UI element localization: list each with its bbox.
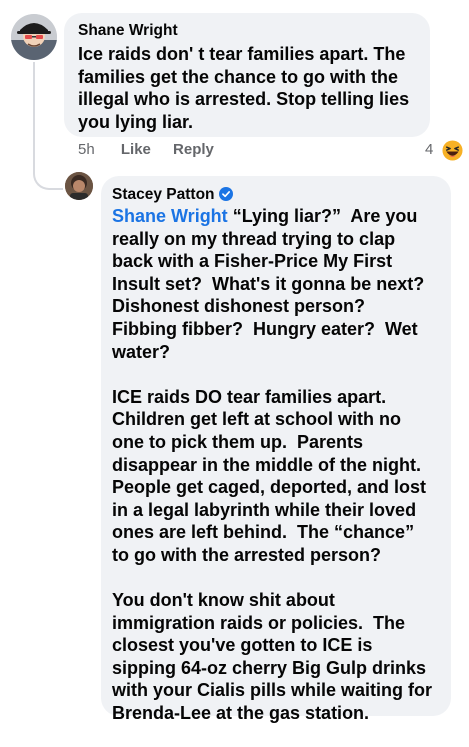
- like-button[interactable]: Like: [121, 141, 151, 158]
- avatar-cartoon-icon: [11, 14, 57, 60]
- comment-author: Stacey Patton: [112, 186, 233, 204]
- comment-author-name[interactable]: Stacey Patton: [112, 186, 215, 203]
- avatar[interactable]: [11, 14, 57, 60]
- comment-text: Shane Wright “Lying liar?” Are you reall…: [112, 205, 446, 747]
- comment-actions: 5h Like Reply: [78, 141, 232, 158]
- laughing-emoji-icon[interactable]: [442, 140, 463, 161]
- comment-shane-wright: Shane Wright Ice raids don' t tear famil…: [0, 0, 469, 175]
- comment-text: Ice raids don' t tear families apart. Th…: [78, 44, 410, 132]
- comment-timestamp[interactable]: 5h: [78, 141, 95, 158]
- avatar[interactable]: [65, 172, 93, 200]
- avatar-photo-icon: [65, 172, 93, 200]
- comment-paragraph: You don't know shit about immigration ra…: [112, 590, 433, 724]
- comment-bubble: Stacey Patton Shane Wright “Lying liar?”…: [101, 176, 451, 723]
- comment-paragraph-text: “Lying liar?” Are you really on my threa…: [112, 206, 425, 362]
- comment-paragraph: ICE raids DO tear families apart. Childr…: [112, 386, 427, 565]
- comment-paragraph: Shane Wright “Lying liar?” Are you reall…: [112, 205, 446, 363]
- verified-badge-icon: [218, 187, 233, 201]
- reply-button[interactable]: Reply: [173, 141, 214, 158]
- comment-bubble: Shane Wright Ice raids don' t tear famil…: [64, 13, 430, 137]
- mention-link[interactable]: Shane Wright: [112, 206, 228, 226]
- reaction-count[interactable]: 4: [425, 141, 433, 158]
- comment-author-name[interactable]: Shane Wright: [78, 22, 178, 40]
